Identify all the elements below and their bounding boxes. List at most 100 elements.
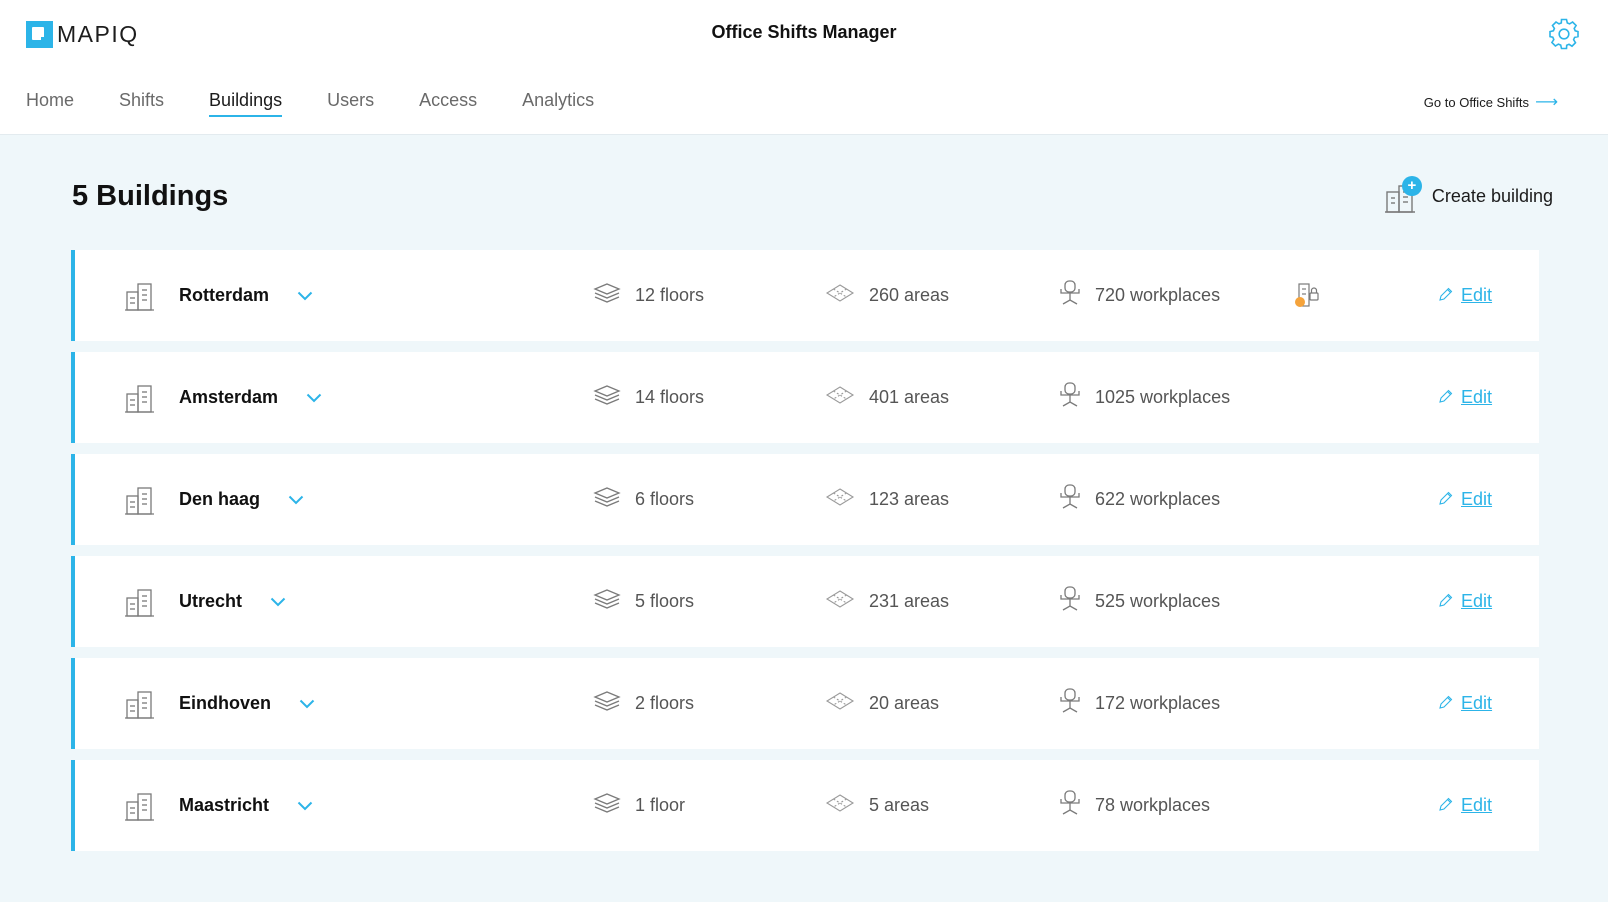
main-nav: Home Shifts Buildings Users Access Analy… bbox=[26, 90, 639, 117]
pencil-icon bbox=[1439, 591, 1453, 612]
workplaces-count: 525 workplaces bbox=[1095, 591, 1221, 611]
areas-stat: 260 areas bbox=[825, 250, 949, 341]
workplaces-stat: 172 workplaces bbox=[1059, 658, 1220, 749]
pencil-icon bbox=[1439, 285, 1453, 306]
areas-count: 260 areas bbox=[869, 285, 950, 305]
edit-label: Edit bbox=[1461, 795, 1493, 815]
floors-count: 5 floors bbox=[635, 591, 695, 611]
floors-count: 6 floors bbox=[635, 489, 695, 509]
floors-count: 1 floor bbox=[635, 795, 686, 815]
building-icon bbox=[125, 250, 155, 341]
chevron-down-icon[interactable] bbox=[297, 801, 313, 811]
desk-chair-icon bbox=[1059, 688, 1081, 719]
nav-buildings[interactable]: Buildings bbox=[209, 90, 283, 117]
areas-icon bbox=[825, 283, 855, 308]
areas-count: 231 areas bbox=[869, 591, 950, 611]
areas-icon bbox=[825, 385, 855, 410]
building-name-cell: Rotterdam bbox=[179, 250, 313, 341]
plus-icon: + bbox=[1401, 176, 1422, 196]
edit-button[interactable]: Edit bbox=[1439, 658, 1492, 749]
create-building-button[interactable]: + Create building bbox=[1384, 176, 1553, 214]
floors-stat: 5 floors bbox=[593, 556, 694, 647]
nav-shifts[interactable]: Shifts bbox=[119, 90, 164, 117]
floors-stat: 2 floors bbox=[593, 658, 694, 749]
building-name-cell: Maastricht bbox=[179, 760, 313, 851]
building-lock-alert-icon bbox=[1293, 250, 1323, 341]
areas-stat: 123 areas bbox=[825, 454, 949, 545]
edit-button[interactable]: Edit bbox=[1439, 352, 1492, 443]
nav-home[interactable]: Home bbox=[26, 90, 74, 117]
edit-button[interactable]: Edit bbox=[1439, 556, 1492, 647]
areas-stat: 401 areas bbox=[825, 352, 949, 443]
chevron-down-icon[interactable] bbox=[299, 699, 315, 709]
pencil-icon bbox=[1439, 387, 1453, 408]
building-row[interactable]: Maastricht 1 floor 5 areas 78 workplaces… bbox=[71, 760, 1539, 851]
workplaces-stat: 525 workplaces bbox=[1059, 556, 1220, 647]
building-row[interactable]: Utrecht 5 floors 231 areas 525 workplace… bbox=[71, 556, 1539, 647]
chevron-down-icon[interactable] bbox=[297, 291, 313, 301]
desk-chair-icon bbox=[1059, 280, 1081, 311]
go-to-office-shifts-label: Go to Office Shifts bbox=[1423, 95, 1530, 110]
building-name: Den haag bbox=[179, 489, 261, 509]
building-icon bbox=[125, 556, 155, 647]
pencil-icon bbox=[1439, 693, 1453, 714]
nav-users[interactable]: Users bbox=[327, 90, 374, 117]
nav-analytics[interactable]: Analytics bbox=[522, 90, 594, 117]
floors-stat: 12 floors bbox=[593, 250, 704, 341]
floors-count: 12 floors bbox=[635, 285, 705, 305]
building-name: Eindhoven bbox=[179, 693, 272, 713]
floors-icon bbox=[593, 690, 621, 717]
nav-access[interactable]: Access bbox=[419, 90, 477, 117]
edit-label: Edit bbox=[1461, 285, 1493, 305]
chevron-down-icon[interactable] bbox=[288, 495, 304, 505]
workplaces-count: 172 workplaces bbox=[1095, 693, 1221, 713]
gear-icon[interactable] bbox=[1548, 18, 1580, 50]
floors-count: 2 floors bbox=[635, 693, 695, 713]
top-bar: MAPIQ Office Shifts Manager Home Shifts … bbox=[0, 0, 1608, 135]
floors-icon bbox=[593, 588, 621, 615]
workplaces-stat: 720 workplaces bbox=[1059, 250, 1220, 341]
building-name-cell: Eindhoven bbox=[179, 658, 315, 749]
building-icon bbox=[125, 454, 155, 545]
floors-stat: 6 floors bbox=[593, 454, 694, 545]
building-row[interactable]: Rotterdam 12 floors 260 areas 720 workpl… bbox=[71, 250, 1539, 341]
chevron-down-icon[interactable] bbox=[270, 597, 286, 607]
areas-icon bbox=[825, 793, 855, 818]
edit-label: Edit bbox=[1461, 693, 1493, 713]
building-row[interactable]: Eindhoven 2 floors 20 areas 172 workplac… bbox=[71, 658, 1539, 749]
edit-button[interactable]: Edit bbox=[1439, 250, 1492, 341]
workplaces-count: 78 workplaces bbox=[1095, 795, 1211, 815]
floors-icon bbox=[593, 384, 621, 411]
building-name: Amsterdam bbox=[179, 387, 279, 407]
areas-stat: 5 areas bbox=[825, 760, 929, 851]
building-row[interactable]: Den haag 6 floors 123 areas 622 workplac… bbox=[71, 454, 1539, 545]
building-icon bbox=[125, 760, 155, 851]
areas-count: 123 areas bbox=[869, 489, 950, 509]
areas-stat: 20 areas bbox=[825, 658, 939, 749]
desk-chair-icon bbox=[1059, 484, 1081, 515]
edit-button[interactable]: Edit bbox=[1439, 454, 1492, 545]
edit-label: Edit bbox=[1461, 387, 1493, 407]
pencil-icon bbox=[1439, 795, 1453, 816]
building-icon bbox=[125, 352, 155, 443]
workplaces-stat: 622 workplaces bbox=[1059, 454, 1220, 545]
areas-icon bbox=[825, 487, 855, 512]
building-name: Maastricht bbox=[179, 795, 270, 815]
go-to-office-shifts-link[interactable]: Go to Office Shifts ⟶ bbox=[1423, 94, 1558, 110]
areas-icon bbox=[825, 589, 855, 614]
edit-label: Edit bbox=[1461, 489, 1493, 509]
floors-icon bbox=[593, 792, 621, 819]
building-add-icon: + bbox=[1384, 176, 1422, 214]
areas-count: 5 areas bbox=[869, 795, 930, 815]
building-name-cell: Utrecht bbox=[179, 556, 286, 647]
building-name: Utrecht bbox=[179, 591, 243, 611]
floors-icon bbox=[593, 282, 621, 309]
workplaces-count: 720 workplaces bbox=[1095, 285, 1221, 305]
desk-chair-icon bbox=[1059, 382, 1081, 413]
chevron-down-icon[interactable] bbox=[306, 393, 322, 403]
edit-button[interactable]: Edit bbox=[1439, 760, 1492, 851]
building-name: Rotterdam bbox=[179, 285, 270, 305]
floors-count: 14 floors bbox=[635, 387, 705, 407]
app-title: Office Shifts Manager bbox=[711, 22, 897, 42]
building-row[interactable]: Amsterdam 14 floors 401 areas 1025 workp… bbox=[71, 352, 1539, 443]
